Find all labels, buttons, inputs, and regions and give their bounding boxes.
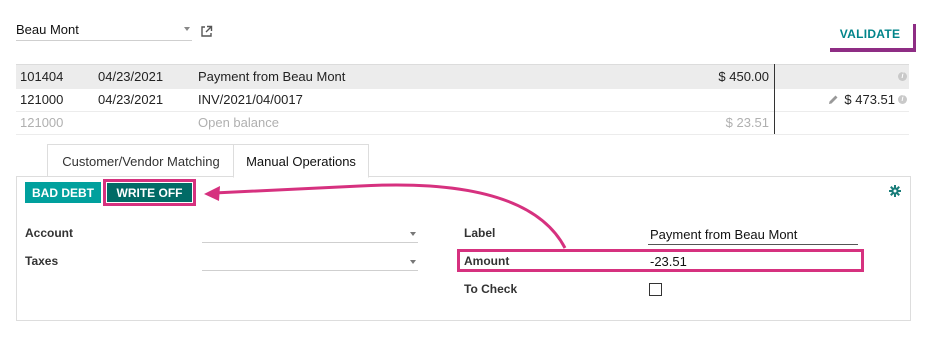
label-label: Label — [464, 226, 496, 240]
account-label: Account — [25, 226, 73, 240]
label-value: Payment from Beau Mont — [650, 227, 798, 242]
account-select[interactable] — [202, 224, 418, 243]
info-icon[interactable]: i — [898, 72, 907, 81]
validate-button[interactable]: VALIDATE — [827, 20, 913, 48]
chevron-down-icon[interactable] — [184, 27, 190, 31]
to-check-checkbox[interactable] — [649, 283, 662, 296]
taxes-underline — [202, 270, 418, 271]
partner-select[interactable]: Beau Mont — [16, 18, 192, 41]
label-underline — [648, 244, 858, 245]
write-off-button[interactable]: WRITE OFF — [107, 183, 192, 202]
line-label: Open balance — [198, 115, 279, 130]
line-date: 04/23/2021 — [98, 92, 164, 107]
amount-label: Amount — [464, 254, 510, 268]
chevron-down-icon[interactable] — [410, 260, 416, 264]
table-row[interactable]: 121000 04/23/2021 INV/2021/04/0017 $ 473… — [16, 88, 909, 112]
line-label: Payment from Beau Mont — [198, 69, 346, 84]
reconciliation-table: 101404 04/23/2021 Payment from Beau Mont… — [16, 64, 909, 135]
gear-icon[interactable] — [889, 185, 901, 197]
tab-manual-operations[interactable]: Manual Operations — [233, 144, 369, 178]
line-credit: $ 473.51 — [844, 92, 895, 107]
amount-value: -23.51 — [650, 254, 687, 269]
label-input[interactable]: Payment from Beau Mont — [648, 224, 858, 245]
tab-customer-vendor-matching[interactable]: Customer/Vendor Matching — [47, 144, 235, 177]
column-divider — [774, 64, 775, 134]
line-date: 04/23/2021 — [98, 69, 164, 84]
chevron-down-icon[interactable] — [410, 232, 416, 236]
account-underline — [202, 242, 418, 243]
line-account: 101404 — [20, 69, 64, 84]
partner-name: Beau Mont — [16, 22, 79, 37]
table-row[interactable]: 121000 Open balance $ 23.51 — [16, 111, 909, 135]
info-icon[interactable]: i — [898, 95, 907, 104]
table-row[interactable]: 101404 04/23/2021 Payment from Beau Mont… — [16, 64, 909, 89]
line-debit: $ 450.00 — [718, 69, 769, 84]
taxes-label: Taxes — [25, 254, 59, 268]
line-account: 121000 — [20, 115, 64, 130]
line-label: INV/2021/04/0017 — [198, 92, 303, 107]
bad-debt-button[interactable]: BAD DEBT — [25, 182, 101, 203]
line-account: 121000 — [20, 92, 64, 107]
external-link-icon[interactable] — [200, 25, 213, 38]
amount-input[interactable]: -23.51 — [648, 252, 858, 270]
line-debit: $ 23.51 — [725, 115, 769, 130]
to-check-label: To Check — [464, 282, 518, 296]
taxes-select[interactable] — [202, 252, 418, 271]
pencil-icon[interactable] — [828, 94, 839, 105]
